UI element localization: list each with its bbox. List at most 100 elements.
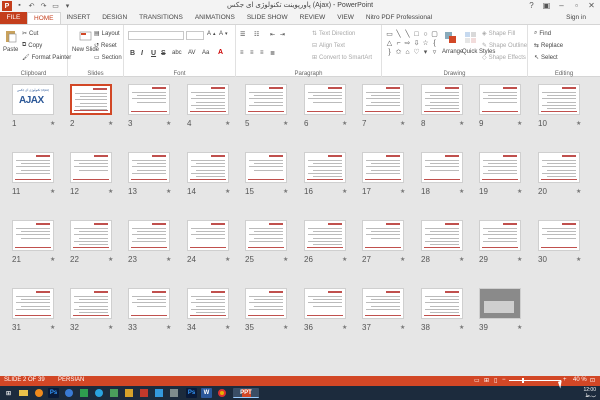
paste-button[interactable]: Paste — [3, 29, 18, 53]
view-reading-icon[interactable]: ▯ — [494, 377, 497, 384]
slide-thumbnail[interactable] — [70, 220, 112, 251]
transition-star-icon[interactable]: ★ — [225, 188, 230, 195]
slide-thumbnail[interactable] — [187, 288, 229, 319]
transition-star-icon[interactable]: ★ — [517, 188, 522, 195]
tab-file[interactable]: FILE — [0, 12, 27, 24]
slide-thumbnail[interactable] — [304, 152, 346, 183]
minimize-button[interactable]: – — [555, 0, 568, 11]
app-icon[interactable] — [123, 388, 134, 398]
slide-thumbnail[interactable] — [421, 152, 463, 183]
slide-thumbnail[interactable] — [362, 220, 404, 251]
character-spacing-button[interactable]: AV — [188, 50, 196, 56]
bullets-button[interactable]: ☰ — [240, 31, 245, 38]
slide-thumbnail[interactable] — [245, 288, 287, 319]
tab-design[interactable]: DESIGN — [96, 12, 133, 24]
word-icon[interactable]: W — [201, 388, 212, 398]
slide-thumbnail[interactable] — [362, 152, 404, 183]
view-sorter-icon[interactable]: ⊞ — [484, 377, 489, 384]
transition-star-icon[interactable]: ★ — [283, 120, 288, 127]
copy-button[interactable]: ⧉ Copy — [22, 42, 42, 49]
change-case-button[interactable]: Aa — [202, 50, 209, 56]
slide-thumbnail[interactable] — [304, 84, 346, 115]
tab-animations[interactable]: ANIMATIONS — [189, 12, 241, 24]
decrease-indent-button[interactable]: ⇤ — [270, 31, 275, 38]
slide-thumbnail[interactable] — [304, 220, 346, 251]
close-button[interactable]: ✕ — [585, 0, 598, 11]
slide-thumbnail[interactable] — [304, 288, 346, 319]
transition-star-icon[interactable]: ★ — [517, 324, 522, 331]
arrow-shape-icon[interactable]: ⇩ — [412, 39, 421, 48]
transition-star-icon[interactable]: ★ — [108, 256, 113, 263]
slide-thumbnail[interactable] — [479, 84, 521, 115]
transition-star-icon[interactable]: ★ — [400, 324, 405, 331]
text-direction-button[interactable]: ⇅ Text Direction — [312, 30, 355, 38]
transition-star-icon[interactable]: ★ — [50, 120, 55, 127]
text-box-shape-icon[interactable]: ▭ — [385, 30, 394, 39]
slide-thumbnail[interactable] — [421, 288, 463, 319]
network-icon[interactable] — [78, 388, 89, 398]
slide-thumbnail[interactable] — [128, 220, 170, 251]
photoshop-icon[interactable]: Ps — [48, 388, 59, 398]
sign-in-link[interactable]: Sign in — [566, 12, 586, 24]
tab-slide-show[interactable]: SLIDE SHOW — [241, 12, 294, 24]
select-button[interactable]: ↖ Select — [534, 54, 558, 62]
slide-thumbnail[interactable] — [245, 220, 287, 251]
scroll-down-icon[interactable]: ▾ — [421, 48, 430, 57]
transition-star-icon[interactable]: ★ — [225, 324, 230, 331]
zoom-out-button[interactable]: − — [502, 377, 506, 383]
media-player-icon[interactable] — [33, 388, 44, 398]
slide-thumbnail[interactable] — [12, 288, 54, 319]
transition-star-icon[interactable]: ★ — [342, 256, 347, 263]
shape-fill-button[interactable]: ◈ Shape Fill — [482, 30, 515, 38]
slide-thumbnail[interactable] — [70, 288, 112, 319]
heart-shape-icon[interactable]: ♡ — [412, 48, 421, 57]
slide-thumbnail[interactable] — [421, 220, 463, 251]
connector-shape-icon[interactable]: ⌐ — [394, 39, 403, 48]
layout-button[interactable]: ▤ Layout — [94, 30, 120, 38]
transition-star-icon[interactable]: ★ — [517, 120, 522, 127]
view-normal-icon[interactable]: ▭ — [474, 377, 480, 384]
transition-star-icon[interactable]: ★ — [50, 256, 55, 263]
tab-view[interactable]: VIEW — [331, 12, 360, 24]
transition-star-icon[interactable]: ★ — [459, 324, 464, 331]
transition-star-icon[interactable]: ★ — [576, 256, 581, 263]
convert-smartart-button[interactable]: ⊞ Convert to SmartArt — [312, 54, 372, 62]
callout-shape-icon[interactable]: ⌂ — [403, 48, 412, 57]
transition-star-icon[interactable]: ★ — [459, 120, 464, 127]
app-icon[interactable] — [108, 388, 119, 398]
transition-star-icon[interactable]: ★ — [342, 188, 347, 195]
transition-star-icon[interactable]: ★ — [400, 120, 405, 127]
app-icon[interactable] — [168, 388, 179, 398]
italic-button[interactable]: I — [141, 50, 143, 57]
slide-thumbnail[interactable] — [187, 84, 229, 115]
slide-thumbnail[interactable] — [70, 84, 112, 115]
find-button[interactable]: ⌕ Find — [534, 30, 551, 37]
strikethrough-button[interactable]: S — [161, 50, 166, 57]
grow-font-button[interactable]: A ▴ — [207, 31, 216, 37]
cut-button[interactable]: ✂ Cut — [22, 30, 38, 38]
slide-thumbnail[interactable] — [245, 152, 287, 183]
start-button-icon[interactable]: ⊞ — [3, 388, 14, 398]
star-shape-icon[interactable]: ☆ — [421, 39, 430, 48]
ribbon-display-icon[interactable]: ▣ — [540, 0, 553, 11]
arrange-button[interactable]: Arrange — [442, 32, 463, 55]
transition-star-icon[interactable]: ★ — [166, 120, 171, 127]
fit-slide-icon[interactable]: ⊡ — [590, 377, 595, 384]
transition-star-icon[interactable]: ★ — [166, 188, 171, 195]
slide-thumbnail[interactable] — [421, 84, 463, 115]
rounded-rect-shape-icon[interactable]: ▢ — [430, 30, 439, 39]
more-shapes-icon[interactable]: ▿ — [430, 48, 439, 57]
transition-star-icon[interactable]: ★ — [283, 256, 288, 263]
shape-effects-button[interactable]: ◇ Shape Effects — [482, 54, 526, 62]
powerpoint-taskbar-button[interactable]: PPT — [233, 388, 259, 398]
slide-thumbnail[interactable] — [538, 152, 580, 183]
slide-thumbnail[interactable] — [70, 152, 112, 183]
app-icon[interactable] — [138, 388, 149, 398]
justify-button[interactable]: ≣ — [270, 50, 275, 57]
telegram-icon[interactable] — [93, 388, 104, 398]
brace-shape-icon[interactable]: } — [385, 48, 394, 57]
transition-star-icon[interactable]: ★ — [166, 256, 171, 263]
chrome-icon[interactable] — [216, 388, 227, 398]
transition-star-icon[interactable]: ★ — [50, 324, 55, 331]
browser-icon[interactable] — [63, 388, 74, 398]
